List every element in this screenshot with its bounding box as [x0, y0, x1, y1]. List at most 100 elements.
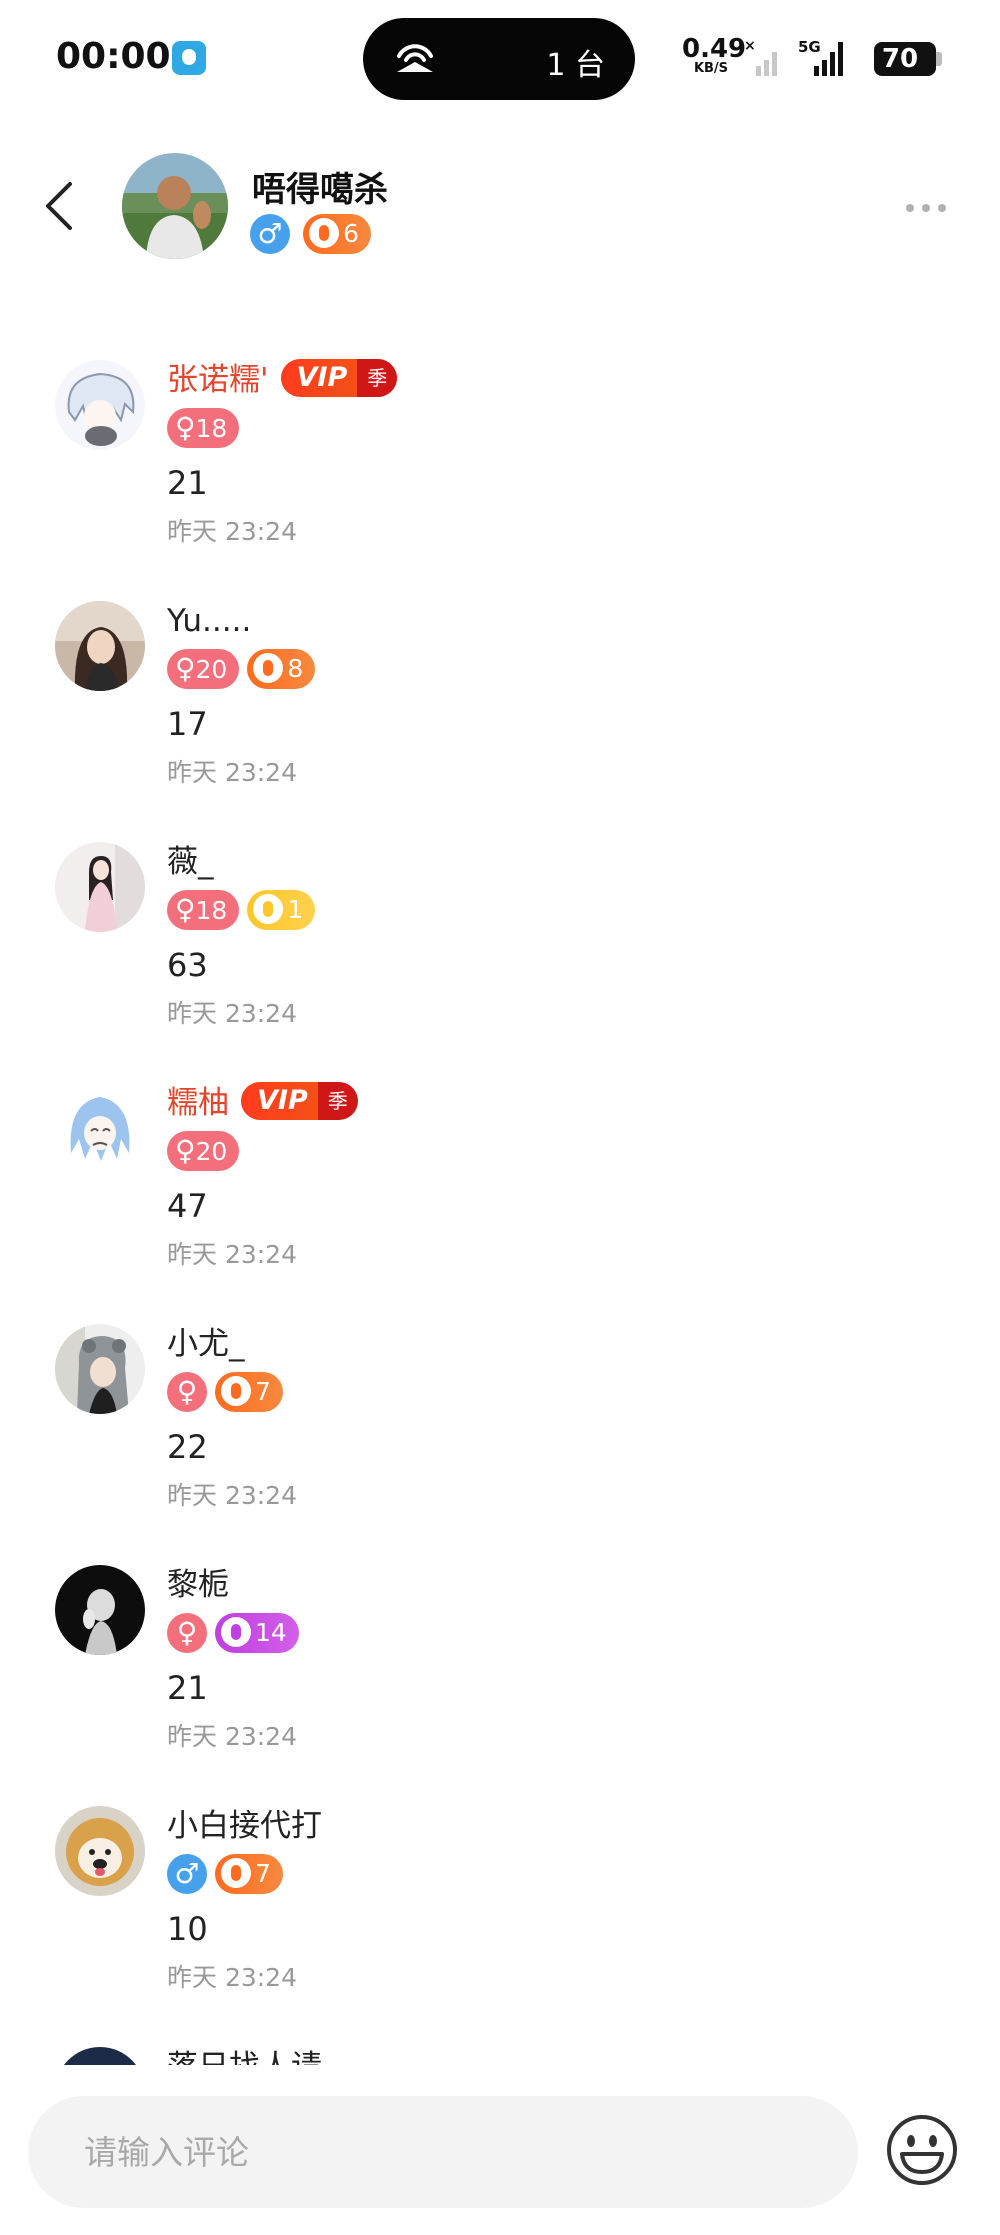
- signal-icon: × 5G: [744, 38, 843, 76]
- comment-item[interactable]: 张诺糯' VIP 季 ♀18 21 昨天 23:24: [0, 340, 1000, 560]
- female-gender-badge: ♀20: [167, 649, 240, 689]
- age: 20: [195, 1137, 228, 1166]
- status-time: 00:00: [56, 36, 171, 77]
- commenter-badges: ♀ 14: [167, 1613, 299, 1653]
- commenter-name[interactable]: 糯柚 VIP 季: [167, 1081, 358, 1123]
- vip-season: 季: [317, 1081, 358, 1120]
- comment-time: 昨天 23:24: [167, 1240, 297, 1269]
- commenter-avatar[interactable]: [55, 2047, 145, 2065]
- age: 18: [195, 896, 228, 925]
- comment-item[interactable]: 薇_ ♀18 1 63 昨天 23:24: [0, 822, 1000, 1042]
- vip-label: VIP: [241, 1081, 318, 1120]
- vip-label: VIP: [280, 358, 358, 397]
- commenter-name[interactable]: 黎栀: [167, 1565, 229, 1605]
- vip-season: 季: [357, 358, 398, 397]
- commenter-name-text[interactable]: 张诺糯': [167, 362, 269, 398]
- author-name[interactable]: 唔得噶杀: [252, 162, 388, 211]
- male-gender-badge: ♂: [167, 1854, 207, 1894]
- level-badge: 8: [247, 649, 316, 689]
- comment-text: 21: [167, 464, 208, 502]
- commenter-avatar[interactable]: [55, 1324, 145, 1414]
- gem-icon: [221, 1375, 251, 1406]
- comment-time: 昨天 23:24: [167, 758, 297, 787]
- commenter-badges: ♀20: [167, 1131, 240, 1171]
- net-speed: 0.49 KB/S: [682, 34, 747, 75]
- female-gender-badge: ♀: [167, 1372, 207, 1412]
- level-value: 7: [255, 1377, 271, 1406]
- emoji-icon[interactable]: [884, 2112, 960, 2188]
- comment-item[interactable]: 小尤_ ♀ 7 22 昨天 23:24: [0, 1304, 1000, 1524]
- comment-item[interactable]: 黎栀 ♀ 14 21 昨天 23:24: [0, 1545, 1000, 1765]
- network-type: 5G: [798, 38, 821, 56]
- island-count: 1 台: [546, 48, 605, 83]
- more-dots-icon[interactable]: [902, 198, 950, 218]
- gem-icon: [253, 893, 284, 924]
- level-badge: 7: [215, 1372, 283, 1412]
- post-header: 唔得噶杀 ♂ 6: [0, 140, 1000, 280]
- male-gender-badge: ♂: [250, 214, 290, 254]
- svg-text:×: ×: [744, 38, 756, 54]
- gem-icon: [309, 217, 340, 248]
- commenter-badges: ♀20 8: [167, 649, 316, 689]
- comment-time: 昨天 23:24: [167, 517, 297, 546]
- comment-text: 17: [167, 705, 208, 743]
- comment-list[interactable]: 张诺糯' VIP 季 ♀18 21 昨天 23:24 Yu..... ♀20 8 17…: [0, 340, 1000, 2065]
- commenter-name[interactable]: Yu.....: [167, 601, 251, 641]
- commenter-badges: ♀18 1: [167, 890, 316, 930]
- gem-icon: [221, 1616, 251, 1647]
- comment-time: 昨天 23:24: [167, 1481, 297, 1510]
- comment-item[interactable]: 小白接代打 ♂ 7 10 昨天 23:24: [0, 1786, 1000, 2006]
- comment-text: 63: [167, 946, 208, 984]
- vip-badge: VIP 季: [241, 1081, 358, 1120]
- dynamic-island[interactable]: 1 台: [363, 18, 635, 100]
- commenter-name[interactable]: 薇_: [167, 842, 214, 882]
- comment-item[interactable]: Yu..... ♀20 8 17 昨天 23:24: [0, 581, 1000, 801]
- age: 18: [195, 414, 228, 443]
- back-arrow-icon[interactable]: [36, 176, 86, 236]
- app-notification-icon: [172, 41, 206, 75]
- commenter-badges: ♂ 7: [167, 1854, 283, 1894]
- comment-input[interactable]: [28, 2096, 858, 2208]
- battery-icon: 70: [874, 42, 942, 76]
- comment-item[interactable]: 糯柚 VIP 季 ♀20 47 昨天 23:24: [0, 1063, 1000, 1283]
- screen-cast-icon: [397, 44, 433, 72]
- level-badge: 6: [303, 214, 371, 254]
- battery-cap: [936, 52, 942, 66]
- commenter-avatar[interactable]: [55, 1806, 145, 1896]
- commenter-name[interactable]: 落日找人请: [167, 2047, 322, 2065]
- commenter-avatar[interactable]: [55, 842, 145, 932]
- level-badge: 7: [215, 1854, 283, 1894]
- female-gender-badge: ♀: [167, 1613, 207, 1653]
- comment-text: 47: [167, 1187, 208, 1225]
- level-badge: 1: [247, 890, 316, 930]
- commenter-name-text[interactable]: 糯柚: [167, 1085, 229, 1121]
- commenter-name[interactable]: 张诺糯' VIP 季: [167, 358, 398, 400]
- commenter-badges: ♀ 7: [167, 1372, 283, 1412]
- comment-item[interactable]: 落日找人请: [0, 2027, 1000, 2065]
- comment-time: 昨天 23:24: [167, 1963, 297, 1992]
- comment-text: 22: [167, 1428, 208, 1466]
- commenter-name[interactable]: 小白接代打: [167, 1806, 322, 1846]
- commenter-avatar[interactable]: [55, 601, 145, 691]
- level-value: 6: [343, 219, 359, 248]
- female-gender-badge: ♀18: [167, 890, 240, 930]
- net-speed-value: 0.49: [682, 34, 747, 64]
- vip-badge: VIP 季: [280, 358, 398, 397]
- commenter-avatar[interactable]: [55, 1083, 145, 1173]
- gem-icon: [253, 652, 284, 683]
- level-value: 7: [255, 1859, 271, 1888]
- level-value: 1: [287, 895, 304, 924]
- level-badge: 14: [215, 1613, 299, 1653]
- comment-input-bar: [0, 2070, 1000, 2235]
- commenter-avatar[interactable]: [55, 1565, 145, 1655]
- female-gender-badge: ♀18: [167, 408, 240, 448]
- gem-icon: [221, 1857, 251, 1888]
- commenter-name[interactable]: 小尤_: [167, 1324, 245, 1364]
- female-gender-badge: ♀20: [167, 1131, 240, 1171]
- commenter-avatar[interactable]: [55, 360, 145, 450]
- comment-time: 昨天 23:24: [167, 999, 297, 1028]
- commenter-badges: ♀18: [167, 408, 240, 448]
- battery-level: 70: [881, 44, 919, 74]
- level-value: 8: [287, 654, 304, 683]
- author-avatar[interactable]: [122, 153, 228, 259]
